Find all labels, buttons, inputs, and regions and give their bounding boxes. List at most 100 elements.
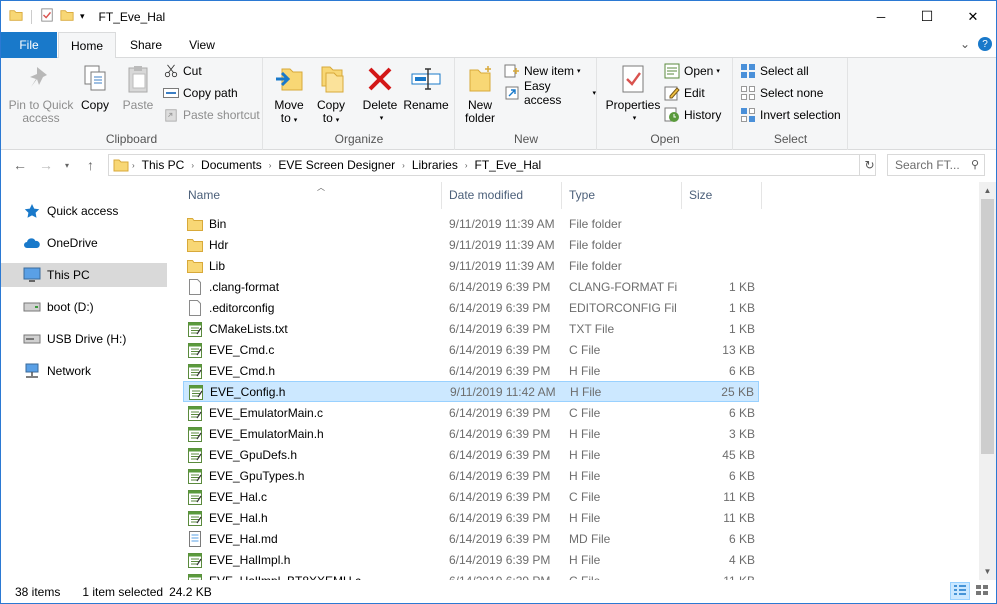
table-row[interactable]: EVE_EmulatorMain.c 6/14/2019 6:39 PM C Fil…: [183, 402, 759, 423]
properties-icon[interactable]: [40, 8, 54, 25]
tab-share[interactable]: Share: [117, 32, 175, 58]
copy-button[interactable]: Copy: [75, 62, 115, 112]
select-all-button[interactable]: Select all: [740, 61, 809, 81]
cut-button[interactable]: Cut: [163, 61, 202, 81]
nav-item-onedrive[interactable]: OneDrive: [1, 231, 167, 255]
copy-to-button[interactable]: Copy to ▾: [312, 62, 350, 127]
up-arrow-icon[interactable]: ↑: [87, 157, 94, 173]
move-to-button[interactable]: Move to ▾: [270, 62, 308, 127]
table-row[interactable]: .editorconfig 6/14/2019 6:39 PM EDITORCONF…: [183, 297, 759, 318]
invert-selection-button[interactable]: Invert selection: [740, 105, 841, 125]
details-view-button[interactable]: [950, 582, 970, 600]
select-none-button[interactable]: Select none: [740, 83, 823, 103]
breadcrumb-eve-screen-designer[interactable]: EVE Screen Designer: [278, 158, 395, 172]
rename-button[interactable]: Rename: [402, 62, 450, 112]
ribbon-collapse-icon[interactable]: ⌄: [960, 37, 970, 51]
table-row[interactable]: EVE_Hal.md 6/14/2019 6:39 PM MD File 6 KB: [183, 528, 759, 549]
breadcrumb-this-pc[interactable]: This PC: [142, 158, 185, 172]
scrollbar-thumb[interactable]: [981, 199, 994, 454]
new-item-button[interactable]: New item ▾: [504, 61, 581, 81]
file-date-modified: 9/11/2019 11:39 AM: [449, 237, 555, 252]
column-header-size[interactable]: Size: [682, 182, 762, 209]
crumb-separator[interactable]: ›: [465, 161, 468, 170]
drive-icon: [23, 299, 41, 315]
tab-view[interactable]: View: [175, 32, 229, 58]
notepad-file-icon: [187, 573, 203, 580]
table-row[interactable]: EVE_GpuTypes.h 6/14/2019 6:39 PM H File 6 K…: [183, 465, 759, 486]
nav-item-this-pc[interactable]: This PC: [1, 263, 167, 287]
paste-shortcut-button[interactable]: Paste shortcut: [163, 105, 260, 125]
tab-home[interactable]: Home: [58, 32, 116, 59]
scroll-down-arrow-icon[interactable]: ▼: [979, 563, 996, 580]
breadcrumb-ft-eve-hal[interactable]: FT_Eve_Hal: [475, 158, 542, 172]
crumb-separator[interactable]: ›: [402, 161, 405, 170]
folder-icon: [187, 216, 203, 232]
edit-button[interactable]: Edit: [664, 83, 705, 103]
nav-item-network[interactable]: Network: [1, 359, 167, 383]
table-row[interactable]: Lib 9/11/2019 11:39 AM File folder: [183, 255, 759, 276]
table-row[interactable]: EVE_Cmd.c 6/14/2019 6:39 PM C File 13 KB: [183, 339, 759, 360]
address-bar[interactable]: › This PC › Documents › EVE Screen Desig…: [108, 154, 876, 176]
table-row[interactable]: EVE_Cmd.h 6/14/2019 6:39 PM H File 6 KB: [183, 360, 759, 381]
table-row[interactable]: Bin 9/11/2019 11:39 AM File folder: [183, 213, 759, 234]
file-name: EVE_Hal.md: [209, 531, 278, 546]
file-name: EVE_Cmd.h: [209, 363, 276, 378]
column-header-type[interactable]: Type: [562, 182, 682, 209]
file-type: H File: [569, 552, 601, 567]
file-size: 11 KB: [723, 489, 755, 504]
breadcrumb-libraries[interactable]: Libraries: [412, 158, 458, 172]
table-row[interactable]: EVE_GpuDefs.h 6/14/2019 6:39 PM H File 45 K…: [183, 444, 759, 465]
easy-access-button[interactable]: Easy access ▾: [504, 79, 596, 107]
minimize-button[interactable]: ─: [858, 1, 904, 32]
delete-button[interactable]: Delete ▾: [360, 62, 400, 125]
nav-label-network: Network: [47, 364, 92, 378]
file-type: H File: [569, 468, 601, 483]
table-row[interactable]: EVE_EmulatorMain.h 6/14/2019 6:39 PM H Fil…: [183, 423, 759, 444]
column-header-name[interactable]: Name ︿: [181, 182, 442, 209]
recent-locations-icon[interactable]: ▾: [65, 161, 69, 170]
easy-access-dropdown-icon: ▾: [592, 90, 596, 97]
table-row[interactable]: Hdr 9/11/2019 11:39 AM File folder: [183, 234, 759, 255]
tab-file[interactable]: File: [1, 32, 57, 58]
refresh-button[interactable]: ↻: [859, 155, 879, 175]
back-arrow-icon[interactable]: ←: [13, 157, 27, 173]
file-size: 25 KB: [721, 384, 754, 399]
close-button[interactable]: ✕: [950, 1, 996, 32]
vertical-scrollbar[interactable]: ▲ ▼: [979, 182, 996, 580]
file-name: EVE_Config.h: [210, 384, 286, 399]
pin-to-quick-access-button[interactable]: Pin to Quick access: [7, 62, 75, 125]
open-button[interactable]: Open ▾: [664, 61, 720, 81]
forward-arrow-icon[interactable]: →: [39, 157, 53, 173]
table-row[interactable]: EVE_Hal.h 6/14/2019 6:39 PM H File 11 KB: [183, 507, 759, 528]
column-header-type-label: Type: [569, 188, 596, 202]
customize-toolbar-icon[interactable]: ▾: [80, 11, 85, 22]
crumb-separator[interactable]: ›: [191, 161, 194, 170]
new-folder-button[interactable]: New folder: [462, 62, 498, 125]
file-date-modified: 6/14/2019 6:39 PM: [449, 447, 551, 462]
table-row[interactable]: CMakeLists.txt 6/14/2019 6:39 PM TXT File 1…: [183, 318, 759, 339]
properties-button[interactable]: Properties ▾: [604, 62, 662, 125]
table-row[interactable]: EVE_HalImpl_BT8XXEMU.c6/14/2019 6:39 PMC…: [183, 570, 759, 580]
nav-item-quick-access[interactable]: Quick access: [1, 199, 167, 223]
history-button[interactable]: History: [664, 105, 721, 125]
nav-item-boot-d[interactable]: boot (D:): [1, 295, 167, 319]
paste-button[interactable]: Paste: [117, 62, 159, 112]
table-row[interactable]: .clang-format 6/14/2019 6:39 PM CLANG-FORM…: [183, 276, 759, 297]
breadcrumb-documents[interactable]: Documents: [201, 158, 262, 172]
crumb-separator[interactable]: ›: [269, 161, 272, 170]
scroll-up-arrow-icon[interactable]: ▲: [979, 182, 996, 199]
table-row[interactable]: EVE_Hal.c 6/14/2019 6:39 PM C File 11 KB: [183, 486, 759, 507]
new-folder-icon[interactable]: [60, 8, 74, 25]
search-input[interactable]: Search FT... ⚲: [887, 154, 985, 176]
table-row[interactable]: EVE_Config.h 9/11/2019 11:42 AM H File 25 K…: [183, 381, 759, 402]
copy-path-button[interactable]: Copy path: [163, 83, 238, 103]
column-header-date-modified[interactable]: Date modified: [442, 182, 562, 209]
file-type: File folder: [569, 258, 622, 273]
crumb-separator[interactable]: ›: [132, 161, 135, 170]
nav-item-usb-drive-h[interactable]: USB Drive (H:): [1, 327, 167, 351]
file-size: 6 KB: [728, 468, 755, 483]
maximize-button[interactable]: ☐: [904, 1, 950, 32]
large-icons-view-button[interactable]: [972, 582, 992, 600]
table-row[interactable]: EVE_HalImpl.h 6/14/2019 6:39 PM H File 4 KB: [183, 549, 759, 570]
help-icon[interactable]: ?: [978, 37, 992, 51]
